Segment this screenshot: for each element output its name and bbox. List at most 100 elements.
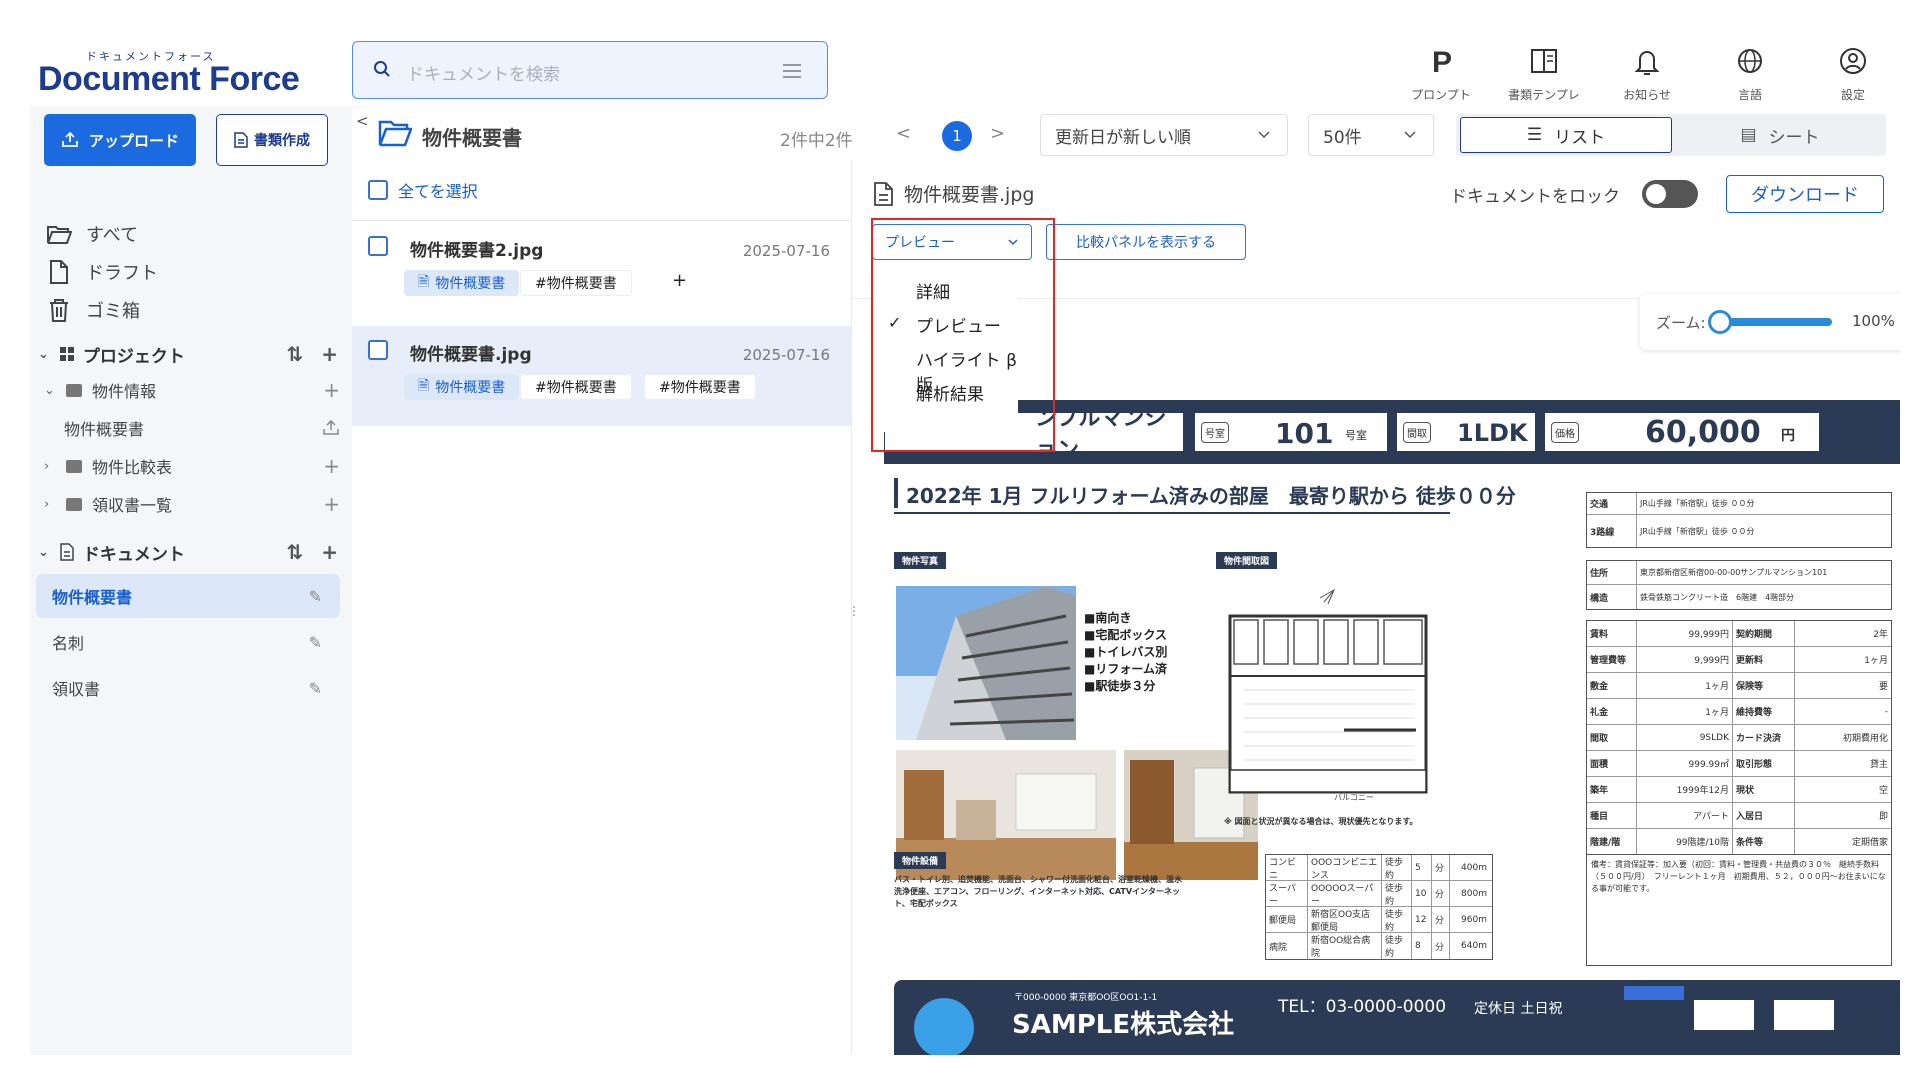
folder-icon <box>66 383 82 397</box>
tree-item-property-info[interactable]: ⌄ 物件情報 + <box>44 372 340 408</box>
doc-balcony-label: バルコニー <box>1334 793 1374 802</box>
pane-resize-handle[interactable]: ⋮ <box>848 604 860 618</box>
upload-icon[interactable] <box>322 420 340 436</box>
tree-item-property-compare[interactable]: › 物件比較表 + <box>44 448 340 484</box>
lock-toggle[interactable] <box>1642 180 1698 208</box>
trash-icon <box>50 299 68 322</box>
hashtag-tag[interactable]: #物件概要書 <box>644 374 756 400</box>
nav-prompt[interactable]: P プロンプト <box>1396 40 1486 103</box>
hashtag-tag[interactable]: #物件概要書 <box>520 270 632 296</box>
documents-section-header[interactable]: ⌄ ドキュメント ⇅ + <box>38 534 338 570</box>
edit-icon[interactable]: ✎ <box>309 633 322 652</box>
projects-section-header[interactable]: ⌄ プロジェクト ⇅ + <box>38 336 338 372</box>
nav-settings[interactable]: 設定 <box>1808 40 1898 103</box>
edit-icon[interactable]: ✎ <box>309 679 322 698</box>
spec-row: 間取 9SLDK カード決済 初期費用化 <box>1587 725 1891 751</box>
tag-label: #物件概要書 <box>659 380 741 396</box>
list-item[interactable]: 物件概要書2.jpg 2025-07-16 🗎 物件概要書 #物件概要書 + <box>352 222 852 322</box>
list-view-button[interactable]: ☰ リスト <box>1460 117 1672 153</box>
app-logo[interactable]: ドキュメントフォース Document Force <box>38 48 308 104</box>
doc-item-property-summary[interactable]: 物件概要書 ✎ <box>36 574 340 618</box>
per-page-select[interactable]: 50件 <box>1308 114 1434 156</box>
chevron-right-icon[interactable]: › <box>44 497 62 512</box>
add-icon[interactable]: + <box>323 492 340 516</box>
tag-label: 物件概要書 <box>435 380 506 396</box>
doc-footer-tel: TEL：03-0000-0000 <box>1278 997 1447 1017</box>
search-input[interactable]: ドキュメントを検索 <box>352 41 828 99</box>
document-icon <box>874 181 893 206</box>
sort-select[interactable]: 更新日が新しい順 <box>1040 114 1288 156</box>
page-1-button[interactable]: 1 <box>942 121 972 151</box>
category-tag[interactable]: 🗎 物件概要書 <box>404 374 520 400</box>
tree-item-property-summary[interactable]: 物件概要書 <box>64 410 340 446</box>
chevron-right-icon[interactable]: › <box>44 459 62 474</box>
file-icon <box>50 260 68 284</box>
nav-template[interactable]: 書類テンプレ <box>1499 40 1589 103</box>
spec-cell: カード決済 <box>1733 725 1795 750</box>
zoom-value: 100% <box>1852 312 1895 330</box>
filter-menu-icon[interactable] <box>783 64 801 78</box>
chevron-down-icon[interactable]: ⌄ <box>44 383 62 398</box>
logo-en-text: Document Force <box>38 60 300 98</box>
add-tag-button[interactable]: + <box>672 270 687 291</box>
create-document-button[interactable]: 書類作成 <box>216 114 328 166</box>
doc-feature: ■トイレバス別 <box>1084 645 1168 659</box>
download-button[interactable]: ダウンロード <box>1726 175 1884 213</box>
prev-page-button[interactable]: < <box>896 123 911 144</box>
spec-cell: アパート <box>1637 803 1733 828</box>
upload-button[interactable]: アップロード <box>44 114 196 166</box>
next-page-button[interactable]: > <box>990 123 1005 144</box>
nav-settings-label: 設定 <box>1840 88 1865 102</box>
doc-item-receipt[interactable]: 領収書 ✎ <box>36 666 340 710</box>
category-tag[interactable]: 🗎 物件概要書 <box>404 270 520 296</box>
checkbox[interactable] <box>368 236 388 256</box>
folder-open-icon <box>47 226 72 244</box>
grid-icon <box>59 347 74 361</box>
list-item[interactable]: 物件概要書.jpg 2025-07-16 🗎 物件概要書 #物件概要書 #物件概要… <box>352 326 852 426</box>
chevron-down-icon[interactable]: ⌄ <box>38 545 49 560</box>
tree-item-label: 物件概要書 <box>64 420 145 439</box>
sidebar-item-trash[interactable]: ゴミ箱 <box>46 290 140 330</box>
spec-cell: 空 <box>1878 786 1888 796</box>
add-icon[interactable]: + <box>323 454 340 478</box>
spec-cell: 維持費等 <box>1733 699 1795 724</box>
add-document-icon[interactable]: + <box>321 540 338 564</box>
list-item-title: 物件概要書2.jpg <box>410 241 544 261</box>
edit-icon[interactable]: ✎ <box>309 587 322 606</box>
chevron-down-icon[interactable]: ⌄ <box>38 347 49 362</box>
add-project-icon[interactable]: + <box>321 342 338 366</box>
add-icon[interactable]: + <box>323 378 340 402</box>
spec-cell: 契約期間 <box>1733 621 1795 646</box>
sidebar-item-all[interactable]: すべて <box>46 214 138 254</box>
nav-language[interactable]: 言語 <box>1705 40 1795 103</box>
doc-item-label: 物件概要書 <box>52 588 133 607</box>
collapse-sidebar-icon[interactable]: < <box>356 112 369 130</box>
select-all-checkbox[interactable]: 全てを選択 <box>368 178 478 202</box>
doc-remarks: 備考：賃貸保証等：加入要（初回：賃料・管理費・共益費の３０％ 継続手数料（５００… <box>1586 854 1892 966</box>
doc-item-business-card[interactable]: 名刺 ✎ <box>36 620 340 664</box>
tag-label: 物件概要書 <box>435 276 506 292</box>
sort-icon[interactable]: ⇅ <box>286 342 303 366</box>
doc-feature: ■リフォーム済 <box>1084 662 1167 676</box>
sidebar: すべて ドラフト ゴミ箱 ⌄ プロジェクト ⇅ + ⌄ 物件情報 + 物件概要書 … <box>30 170 352 1055</box>
document-icon <box>60 543 74 561</box>
app-window: ドキュメントフォース Document Force ドキュメントを検索 P プロ… <box>30 30 1900 1055</box>
sheet-view-button[interactable]: ▤ シート <box>1674 117 1886 153</box>
spec-row: 築年 1999年12月 現状 空 <box>1587 777 1891 803</box>
spec-cell: 1ヶ月 <box>1637 673 1733 698</box>
nav-notifications[interactable]: お知らせ <box>1602 40 1692 103</box>
tree-item-receipts[interactable]: › 領収書一覧 + <box>44 486 340 522</box>
checkbox[interactable] <box>368 180 388 200</box>
zoom-control: ズーム: 100% <box>1640 294 1900 350</box>
hashtag-tag[interactable]: #物件概要書 <box>520 374 632 400</box>
sheet-icon: ▤ <box>1740 125 1757 145</box>
spec-row: 面積 999.99㎡ 取引形態 貸主 <box>1587 751 1891 777</box>
zoom-slider-handle[interactable] <box>1708 310 1732 334</box>
doc-access-table: 交通 JR山手線「新宿駅」徒歩 ００分 3路線 JR山手線「新宿駅」徒歩 ００分 <box>1586 492 1892 548</box>
sidebar-item-all-label: すべて <box>86 225 139 246</box>
compare-panel-button[interactable]: 比較パネルを表示する <box>1046 224 1246 260</box>
sidebar-item-draft[interactable]: ドラフト <box>46 252 158 292</box>
checkbox[interactable] <box>368 340 388 360</box>
tree-item-label: 物件比較表 <box>92 458 173 477</box>
sort-icon[interactable]: ⇅ <box>286 540 303 564</box>
